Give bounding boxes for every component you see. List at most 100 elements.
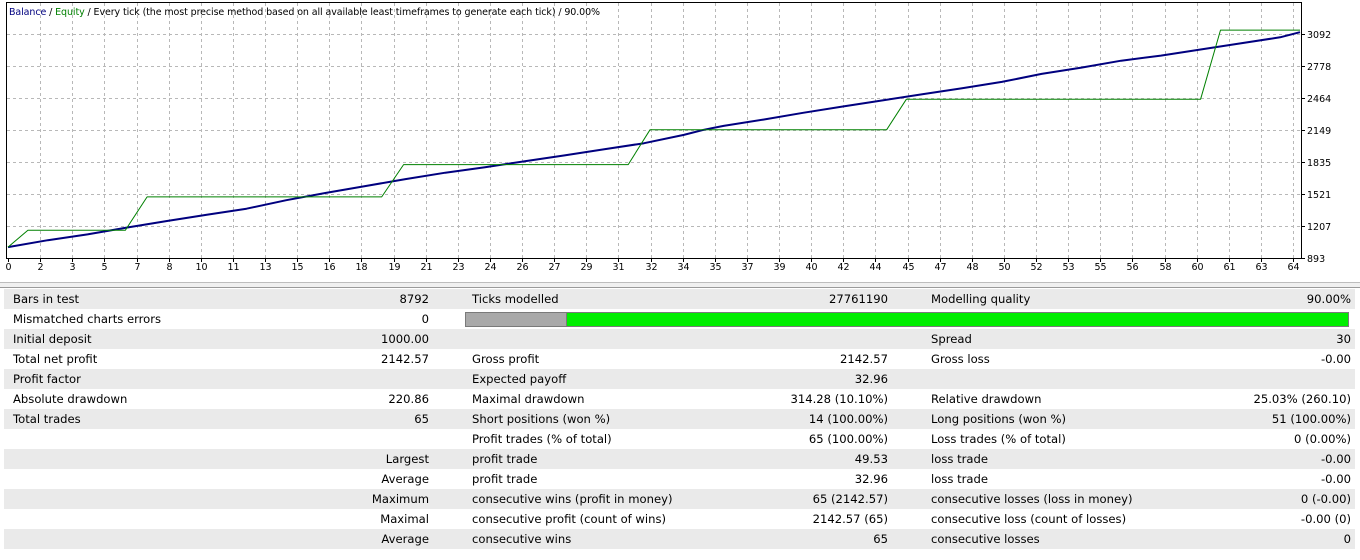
report-label: Mismatched charts errors — [13, 312, 162, 326]
x-tick-label: 45 — [902, 262, 914, 273]
x-tick-label: 37 — [741, 262, 753, 273]
report-row: Mismatched charts errors 0 — [4, 309, 1355, 329]
report-value: 27761190 — [828, 292, 888, 306]
x-tick-label: 27 — [548, 262, 560, 273]
report-row: Profit factor Expected payoff 32.96 — [4, 369, 1355, 389]
y-tick-label: 2149 — [1307, 126, 1331, 137]
report-cell-group: Spread 30 — [922, 329, 1355, 349]
report-row: Bars in test 8792 Ticks modelled 27761190 Mo… — [4, 289, 1355, 309]
x-tick-label: 7 — [134, 262, 140, 273]
report-row: Total trades 65 Short positions (won %) 14 … — [4, 409, 1355, 429]
x-tick-label: 58 — [1159, 262, 1171, 273]
x-tick-label: 15 — [291, 262, 303, 273]
report-value: 0 (0.00%) — [1294, 432, 1351, 446]
report-cell-group: Maximal drawdown 314.28 (10.10%) — [463, 389, 922, 409]
splitter[interactable] — [0, 282, 1360, 288]
report-cell-group: loss trade -0.00 — [922, 469, 1355, 489]
report-value: Maximum — [371, 492, 429, 506]
report-row: Total net profit 2142.57 Gross profit 2142.… — [4, 349, 1355, 369]
x-tick-label: 10 — [195, 262, 207, 273]
report-label: Expected payoff — [472, 372, 567, 386]
report-row: Maximum consecutive wins (profit in money… — [4, 489, 1355, 509]
report-label: Modelling quality — [931, 292, 1031, 306]
x-tick-label: 48 — [966, 262, 978, 273]
x-tick-label: 35 — [709, 262, 721, 273]
report-cell-group — [463, 329, 922, 349]
report-value: 0 — [421, 312, 429, 326]
legend-description: / Every tick (the most precise method ba… — [84, 7, 601, 18]
report-value: 8792 — [399, 292, 429, 306]
report-label: loss trade — [931, 452, 988, 466]
report-value: -0.00 — [1321, 352, 1351, 366]
report-label: Maximal drawdown — [472, 392, 585, 406]
chart-legend: Balance / Equity / Every tick (the most … — [9, 7, 600, 18]
report-cell-group: Gross profit 2142.57 — [463, 349, 922, 369]
report-value: 2142.57 — [840, 352, 888, 366]
report-cell-group: loss trade -0.00 — [922, 449, 1355, 469]
report-value: -0.00 — [1321, 452, 1351, 466]
x-tick-label: 8 — [166, 262, 172, 273]
report-value — [429, 372, 463, 386]
report-label: Initial deposit — [13, 332, 92, 346]
report-cell-group: Absolute drawdown 220.86 — [4, 389, 463, 409]
report-value: 90.00% — [1306, 292, 1351, 306]
x-tick-label: 63 — [1255, 262, 1267, 273]
report-value: 65 (2142.57) — [812, 492, 888, 506]
y-tick-label: 1835 — [1307, 158, 1331, 169]
report-cell-group: Loss trades (% of total) 0 (0.00%) — [922, 429, 1355, 449]
x-tick-label: 21 — [420, 262, 432, 273]
y-tick-label: 893 — [1307, 254, 1325, 265]
report-label: Loss trades (% of total) — [931, 432, 1066, 446]
report-cell-group: Initial deposit 1000.00 — [4, 329, 463, 349]
report-cell-group: Gross loss -0.00 — [922, 349, 1355, 369]
report-row: Average profit trade 32.96 loss trade -0.00 — [4, 469, 1355, 489]
x-tick-label: 26 — [516, 262, 528, 273]
report-label: consecutive losses — [931, 532, 1040, 546]
x-tick-label: 52 — [1030, 262, 1042, 273]
balance-equity-chart: 3092 2778 2464 2149 1835 1521 1207 893 0 2 3 5 7 8 10 1… — [0, 0, 1360, 282]
report-value: -0.00 (0) — [1300, 512, 1351, 526]
report-cell-group: Average — [4, 529, 463, 549]
quality-progress — [465, 311, 1349, 327]
report-cell-group: consecutive loss (count of losses) -0.00 … — [922, 509, 1355, 529]
x-tick-label: 34 — [677, 262, 689, 273]
report-label: profit trade — [472, 472, 538, 486]
report-label: Total net profit — [13, 352, 98, 366]
report-label: Long positions (won %) — [931, 412, 1067, 426]
report-label — [4, 452, 386, 466]
x-tick-label: 18 — [355, 262, 367, 273]
report-label: consecutive profit (count of wins) — [472, 512, 667, 526]
report-row: Profit trades (% of total) 65 (100.00%) Lo… — [4, 429, 1355, 449]
report-value: 14 (100.00%) — [808, 412, 888, 426]
report-cell-group: Bars in test 8792 — [4, 289, 463, 309]
report-cell-group: Profit trades (% of total) 65 (100.00%) — [463, 429, 922, 449]
report-cell-group: Modelling quality 90.00% — [922, 289, 1355, 309]
report-cell-group: Short positions (won %) 14 (100.00%) — [463, 409, 922, 429]
report-label: Bars in test — [13, 292, 80, 306]
x-tick-label: 61 — [1223, 262, 1235, 273]
report-value: Largest — [385, 452, 429, 466]
x-tick-label: 13 — [259, 262, 271, 273]
report-label: Total trades — [13, 412, 81, 426]
modelling-quality-bar — [463, 309, 1355, 329]
x-tick-label: 44 — [869, 262, 881, 273]
report-value: Average — [381, 532, 429, 546]
x-tick-label: 19 — [388, 262, 400, 273]
report-cell-group: consecutive wins (profit in money) 65 (21… — [463, 489, 922, 509]
report-value: 314.28 (10.10%) — [790, 392, 888, 406]
report-label: Profit factor — [13, 372, 81, 386]
x-tick-label: 23 — [452, 262, 464, 273]
report-label: Spread — [931, 332, 972, 346]
report-label: Gross profit — [472, 352, 540, 366]
report-value: 0 (-0.00) — [1300, 492, 1351, 506]
x-tick-label: 40 — [805, 262, 817, 273]
report-value: 49.53 — [854, 452, 888, 466]
report-cell-group: consecutive losses 0 — [922, 529, 1355, 549]
report-row: Largest profit trade 49.53 loss trade -0.00 — [4, 449, 1355, 469]
report-label: consecutive loss (count of losses) — [931, 512, 1127, 526]
x-tick-label: 24 — [484, 262, 496, 273]
report-label: Short positions (won %) — [472, 412, 611, 426]
report-cell-group: Relative drawdown 25.03% (260.10) — [922, 389, 1355, 409]
y-tick-label: 3092 — [1307, 30, 1331, 41]
x-tick-label: 42 — [837, 262, 849, 273]
